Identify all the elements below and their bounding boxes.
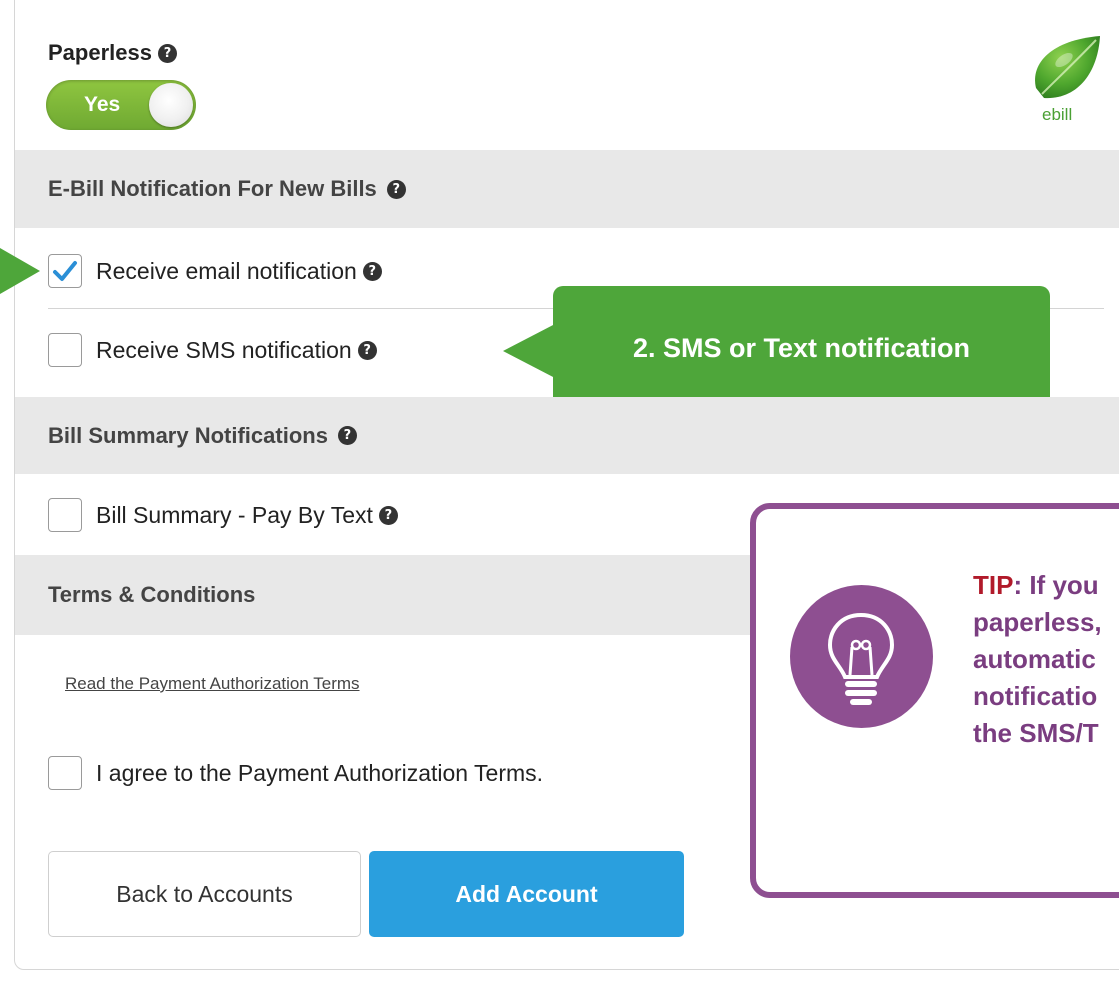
- sms-notification-row: Receive SMS notification ?: [48, 333, 377, 367]
- tip-line-2: paperless,: [973, 607, 1102, 637]
- bill-summary-title: Bill Summary Notifications: [48, 422, 328, 448]
- tip-line-5: the SMS/T: [973, 718, 1099, 748]
- tip-line-1: TIP: If you: [973, 567, 1119, 604]
- help-icon[interactable]: ?: [386, 179, 406, 199]
- sms-notification-checkbox[interactable]: [48, 333, 82, 367]
- lightbulb-icon: [827, 612, 895, 705]
- agree-terms-text: I agree to the Payment Authorization Ter…: [96, 759, 544, 786]
- help-icon[interactable]: ?: [357, 340, 377, 360]
- email-notification-row: Receive email notification ?: [48, 254, 382, 288]
- tip-line-3: automatic: [973, 644, 1096, 674]
- bill-summary-header: Bill Summary Notifications ?: [15, 397, 1119, 474]
- agree-terms-label: I agree to the Payment Authorization Ter…: [96, 760, 543, 787]
- terms-title: Terms & Conditions: [48, 582, 256, 607]
- page: Paperless ? Yes ebill E-Bill Notificatio…: [0, 0, 1119, 981]
- sms-notification-text: Receive SMS notification: [96, 336, 352, 363]
- callout-pointer: [503, 324, 555, 378]
- add-account-button[interactable]: Add Account: [369, 851, 684, 937]
- sms-notification-label: Receive SMS notification ?: [96, 337, 377, 364]
- help-icon[interactable]: ?: [362, 261, 382, 281]
- tip-line-4: notificatio: [973, 681, 1098, 711]
- pay-by-text-text: Bill Summary - Pay By Text: [96, 501, 373, 528]
- tip-circle: [790, 585, 933, 728]
- tip-label: TIP: [973, 570, 1014, 600]
- ebill-notification-title: E-Bill Notification For New Bills: [48, 176, 377, 201]
- email-notification-label: Receive email notification ?: [96, 258, 382, 285]
- help-icon[interactable]: ?: [337, 426, 357, 445]
- paperless-title-text: Paperless: [48, 40, 152, 65]
- paperless-toggle[interactable]: Yes: [46, 80, 196, 130]
- ebill-logo-text: ebill: [1042, 105, 1073, 124]
- email-notification-checkbox[interactable]: [48, 254, 82, 288]
- toggle-knob: [149, 83, 193, 127]
- pay-by-text-row: Bill Summary - Pay By Text ?: [48, 498, 398, 532]
- pay-by-text-label: Bill Summary - Pay By Text ?: [96, 502, 398, 529]
- paperless-title: Paperless ?: [48, 40, 177, 66]
- tip-text: TIP: If you paperless, automatic notific…: [973, 567, 1119, 752]
- help-icon[interactable]: ?: [378, 505, 398, 525]
- checkmark-icon: [53, 261, 77, 281]
- help-icon[interactable]: ?: [157, 43, 177, 63]
- payment-terms-link[interactable]: Read the Payment Authorization Terms: [65, 674, 360, 694]
- ebill-notification-header: E-Bill Notification For New Bills ?: [15, 150, 1119, 228]
- email-notification-text: Receive email notification: [96, 257, 357, 284]
- sms-callout-text: 2. SMS or Text notification: [632, 332, 971, 363]
- tip-line-1-rest: : If you: [1013, 570, 1099, 600]
- agree-terms-checkbox[interactable]: [48, 756, 82, 790]
- paperless-toggle-label: Yes: [84, 93, 121, 116]
- back-to-accounts-button[interactable]: Back to Accounts: [48, 851, 361, 937]
- pay-by-text-checkbox[interactable]: [48, 498, 82, 532]
- agree-terms-row: I agree to the Payment Authorization Ter…: [48, 756, 543, 790]
- pointer-arrow-icon: [0, 248, 40, 294]
